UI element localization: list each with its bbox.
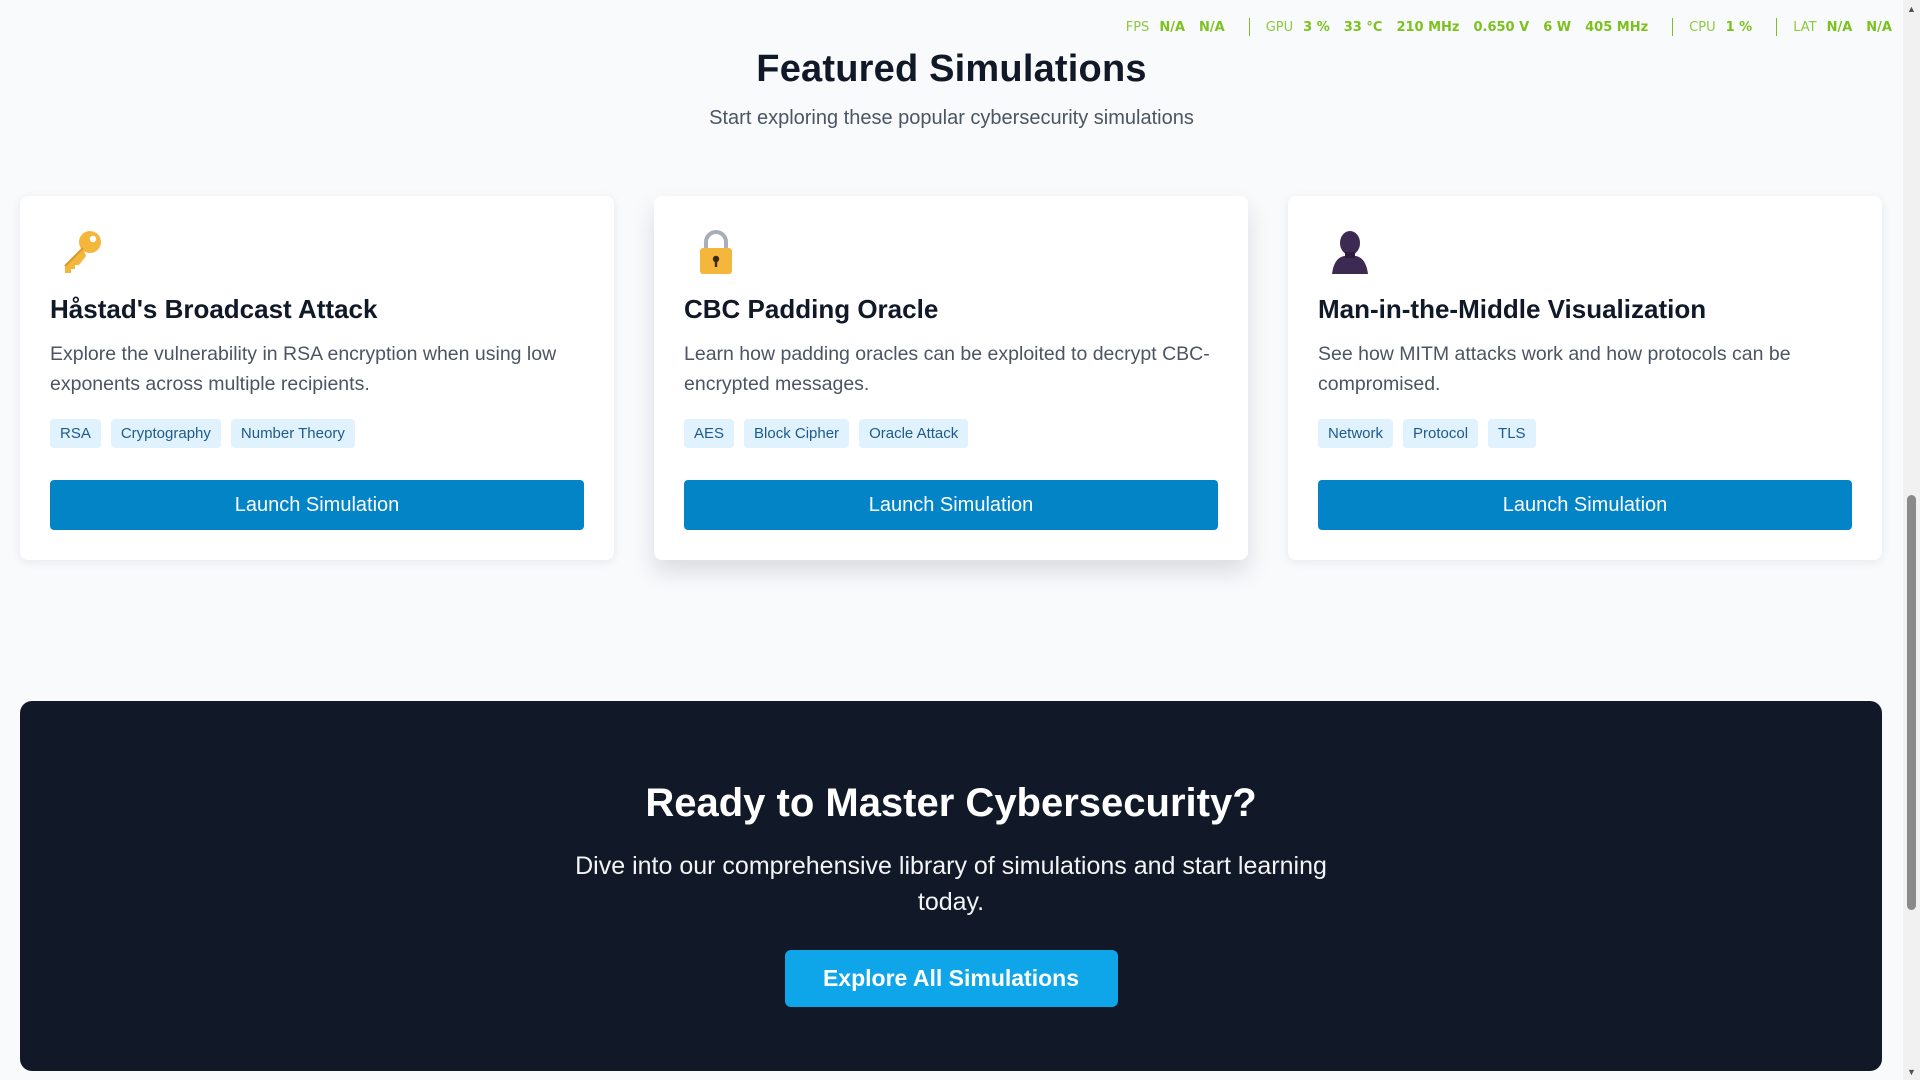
- card-description: See how MITM attacks work and how protoc…: [1318, 343, 1791, 395]
- tag: Number Theory: [230, 419, 355, 448]
- lock-icon: [700, 230, 732, 274]
- scroll-down-arrow-icon[interactable]: ▼: [1903, 1063, 1920, 1080]
- latency-value: N/A: [1826, 19, 1853, 35]
- launch-simulation-button[interactable]: Launch Simulation: [50, 480, 584, 530]
- cpu-label: CPU: [1689, 19, 1716, 35]
- cpu-usage: 1 %: [1725, 19, 1753, 35]
- tag: Network: [1318, 419, 1394, 448]
- fps-label: FPS: [1125, 19, 1150, 35]
- scroll-up-arrow-icon[interactable]: ▲: [1903, 0, 1920, 17]
- overlay-divider: [1776, 18, 1778, 36]
- tag: Cryptography: [110, 419, 221, 448]
- tag: Oracle Attack: [859, 419, 969, 448]
- featured-header: Featured Simulations Start exploring the…: [0, 48, 1903, 130]
- overlay-divider: [1672, 18, 1674, 36]
- gpu-usage: 3 %: [1303, 19, 1330, 35]
- tag: AES: [684, 419, 735, 448]
- cta-text: Dive into our comprehensive library of s…: [575, 852, 1327, 916]
- simulation-card: CBC Padding Oracle Learn how padding ora…: [654, 196, 1248, 560]
- tag: TLS: [1488, 419, 1536, 448]
- cta-banner: Ready to Master Cybersecurity? Dive into…: [20, 701, 1882, 1071]
- overlay-divider: [1248, 18, 1250, 36]
- latency-value: N/A: [1866, 19, 1892, 35]
- tag-list: AES Block Cipher Oracle Attack: [684, 419, 1218, 448]
- simulation-cards: Håstad's Broadcast Attack Explore the vu…: [20, 196, 1882, 560]
- gpu-temperature: 33 °C: [1343, 19, 1383, 35]
- card-description: Learn how padding oracles can be exploit…: [684, 343, 1210, 395]
- tag-list: Network Protocol TLS: [1318, 419, 1852, 448]
- featured-title: Featured Simulations: [756, 48, 1147, 90]
- gpu-power: 6 W: [1543, 19, 1572, 35]
- cta-title: Ready to Master Cybersecurity?: [645, 781, 1257, 825]
- simulation-card: Håstad's Broadcast Attack Explore the vu…: [20, 196, 614, 560]
- fps-value: N/A: [1159, 19, 1186, 35]
- person-silhouette-icon: [1332, 231, 1368, 274]
- tag: Protocol: [1403, 419, 1479, 448]
- card-description: Explore the vulnerability in RSA encrypt…: [50, 343, 557, 395]
- key-icon: [64, 231, 101, 273]
- explore-all-simulations-button[interactable]: Explore All Simulations: [784, 950, 1118, 1007]
- featured-subtitle: Start exploring these popular cybersecur…: [709, 107, 1194, 129]
- launch-simulation-button[interactable]: Launch Simulation: [684, 480, 1218, 530]
- card-title: Man-in-the-Middle Visualization: [1318, 294, 1707, 324]
- tag: RSA: [50, 419, 101, 448]
- tag: Block Cipher: [744, 419, 850, 448]
- scrollbar-thumb[interactable]: [1907, 495, 1916, 910]
- gpu-voltage: 0.650 V: [1473, 19, 1530, 35]
- performance-overlay: FPS N/A N/A GPU 3 % 33 °C 210 MHz 0.650 …: [1126, 18, 1900, 36]
- fps-value: N/A: [1199, 19, 1225, 35]
- tag-list: RSA Cryptography Number Theory: [50, 419, 584, 448]
- gpu-clock: 210 MHz: [1396, 19, 1460, 35]
- card-title: CBC Padding Oracle: [684, 294, 939, 324]
- gpu-memory-clock: 405 MHz: [1585, 19, 1649, 35]
- gpu-label: GPU: [1265, 19, 1294, 35]
- simulation-card: Man-in-the-Middle Visualization See how …: [1288, 196, 1882, 560]
- launch-simulation-button[interactable]: Launch Simulation: [1318, 480, 1852, 530]
- card-title: Håstad's Broadcast Attack: [50, 294, 378, 324]
- latency-label: LAT: [1793, 19, 1817, 35]
- vertical-scrollbar[interactable]: ▲ ▼: [1903, 0, 1920, 1080]
